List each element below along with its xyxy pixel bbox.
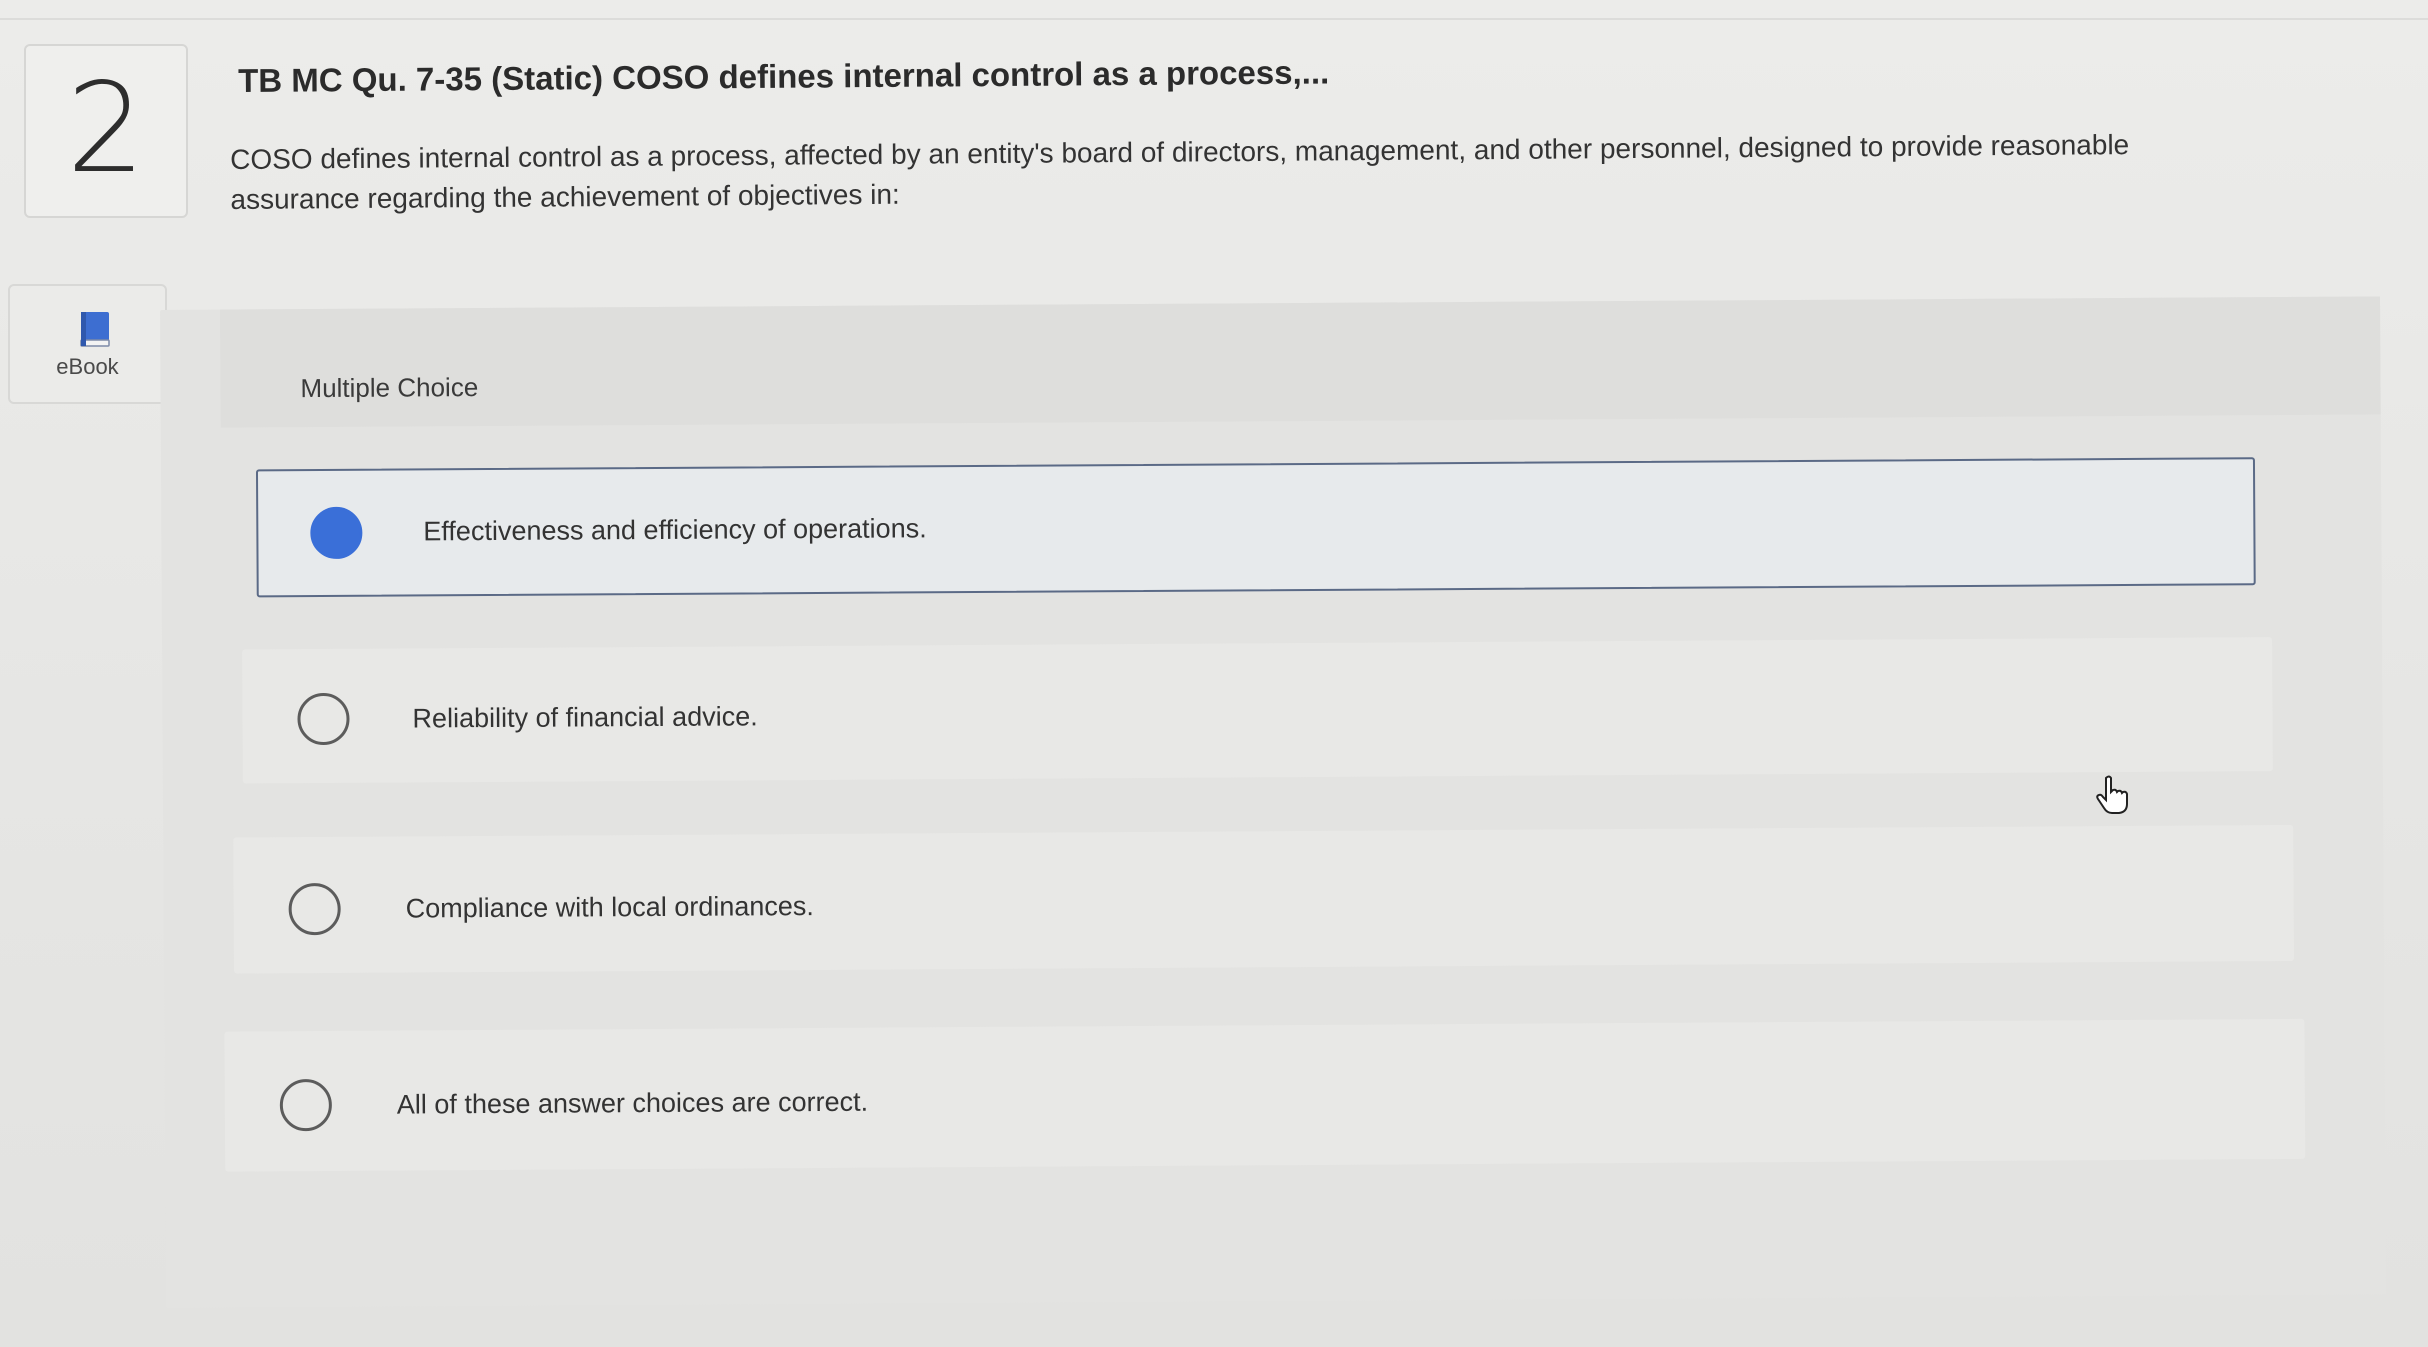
ebook-button[interactable]: eBook [8, 284, 167, 404]
answer-option-label: All of these answer choices are correct. [396, 1086, 869, 1120]
answer-option-label: Compliance with local ordinances. [405, 891, 814, 924]
radio-empty-icon[interactable] [297, 692, 350, 746]
page: 2 eBook TB MC Qu. 7-35 (Static) COSO def… [0, 0, 2428, 1347]
answer-panel-header [219, 296, 2381, 428]
answer-panel: Multiple Choice Effectiveness and effici… [160, 296, 2387, 1308]
top-divider [0, 0, 2428, 20]
question-number: 2 [66, 57, 146, 201]
hand-cursor-icon [2096, 775, 2128, 814]
question-text: COSO defines internal control as a proce… [230, 129, 2130, 215]
answer-option-4[interactable]: All of these answer choices are correct. [224, 1018, 2306, 1172]
radio-selected-icon[interactable] [310, 506, 363, 560]
radio-empty-icon[interactable] [279, 1078, 333, 1132]
radio-empty-icon[interactable] [288, 882, 341, 936]
question-type-label: Multiple Choice [300, 372, 479, 404]
answer-option-label: Reliability of financial advice. [412, 701, 758, 734]
answer-option-2[interactable]: Reliability of financial advice. [242, 637, 2273, 784]
answer-option-3[interactable]: Compliance with local ordinances. [233, 824, 2295, 974]
ebook-label: eBook [56, 354, 119, 379]
question-number-box: 2 [24, 44, 188, 218]
answer-option-label: Effectiveness and efficiency of operatio… [423, 513, 927, 547]
answer-option-1[interactable]: Effectiveness and efficiency of operatio… [255, 457, 2256, 598]
question-title: TB MC Qu. 7-35 (Static) COSO defines int… [238, 53, 1330, 99]
book-icon [80, 312, 110, 347]
